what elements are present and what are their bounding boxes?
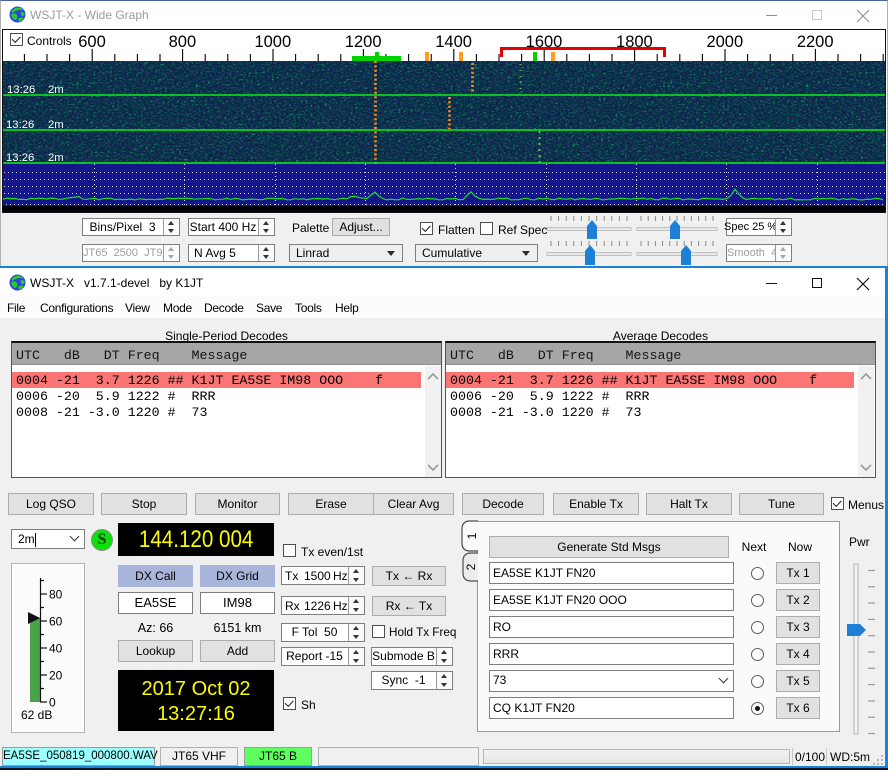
svg-text:800: 800 [169,33,197,51]
svg-text:600: 600 [78,33,106,51]
svg-text:13:26: 13:26 [6,119,34,131]
svg-text:1000: 1000 [254,33,291,51]
svg-text:80: 80 [49,588,63,602]
svg-text:2200: 2200 [797,33,834,51]
svg-text:2m: 2m [48,119,64,131]
svg-text:13:26: 13:26 [6,152,34,164]
svg-text:40: 40 [49,642,63,656]
svg-text:13:26: 13:26 [7,84,35,96]
svg-text:2m: 2m [48,152,64,164]
svg-text:62 dB: 62 dB [21,708,52,722]
svg-text:2m: 2m [48,84,64,96]
svg-text:1400: 1400 [435,33,472,51]
svg-text:20: 20 [49,669,63,683]
svg-text:1: 1 [465,532,479,539]
svg-text:60: 60 [49,615,63,629]
svg-text:1200: 1200 [345,33,382,51]
svg-text:2: 2 [464,563,478,570]
svg-text:2000: 2000 [706,33,743,51]
